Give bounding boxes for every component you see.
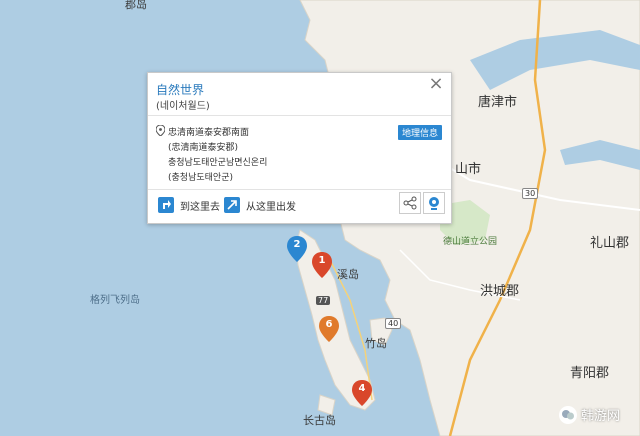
go-here-button[interactable]: 到这里去 (158, 196, 220, 214)
map-marker-4[interactable]: 4 (352, 380, 372, 406)
label-cheongyang: 青阳郡 (570, 366, 610, 381)
popup-title[interactable]: 自然世界 (156, 81, 204, 98)
location-pin-icon (156, 125, 165, 136)
label-anmyeon: 长古岛 (303, 414, 336, 427)
road-badge-40: 40 (385, 318, 402, 329)
street-view-icon (429, 197, 439, 210)
label-jukdo: 竹岛 (365, 337, 387, 350)
label-yesan: 礼山郡 (590, 236, 630, 251)
address-line: 忠清南道泰安郡南面 (168, 128, 250, 138)
geo-info-button[interactable]: 地理信息 (398, 125, 443, 140)
depart-icon (224, 197, 240, 213)
share-icon (403, 196, 417, 210)
label-top-left: 郡岛 (125, 0, 147, 11)
place-info-popup: 自然世界 (네이처월드) × 忠清南道泰安郡南面 (忠清南道泰安郡) 충청남도태… (147, 72, 452, 224)
label-park: 德山道立公园 (443, 237, 498, 247)
from-here-button[interactable]: 从这里出发 (224, 196, 296, 214)
label-hongseong: 洪城郡 (480, 284, 520, 299)
street-view-button[interactable] (423, 192, 445, 214)
address-line: (忠清南道泰安郡) (168, 143, 239, 153)
map-marker-6[interactable]: 6 (319, 316, 339, 342)
marker-label: 2 (293, 239, 301, 250)
share-button[interactable] (399, 192, 421, 214)
close-icon[interactable]: × (427, 75, 445, 93)
map-marker-2[interactable]: 2 (287, 236, 307, 262)
watermark: 韩游网 (558, 405, 620, 424)
label-seosan: 山市 (455, 162, 482, 177)
go-here-label: 到这里去 (180, 201, 220, 213)
address-line: 충청남도태안군남면신온리 (168, 158, 268, 168)
popup-subtitle: (네이처월드) (156, 101, 210, 112)
navigate-icon (158, 197, 174, 213)
map-marker-1[interactable]: 1 (312, 252, 332, 278)
road-badge-30: 30 (522, 188, 539, 199)
marker-label: 4 (358, 383, 366, 394)
marker-label: 1 (318, 255, 326, 266)
watermark-text: 韩游网 (580, 409, 620, 424)
divider (148, 115, 451, 116)
marker-label: 6 (325, 319, 333, 330)
from-here-label: 从这里出发 (246, 201, 296, 213)
road-badge-77: 77 (316, 296, 331, 305)
wechat-icon (558, 405, 577, 424)
label-gyeokryeolbi: 格列飞列岛 (90, 295, 140, 306)
divider (148, 189, 451, 190)
address-line: (충청남도태안군) (168, 173, 233, 183)
label-dangjin: 唐津市 (478, 95, 518, 110)
label-haedo: 溪岛 (337, 268, 359, 281)
